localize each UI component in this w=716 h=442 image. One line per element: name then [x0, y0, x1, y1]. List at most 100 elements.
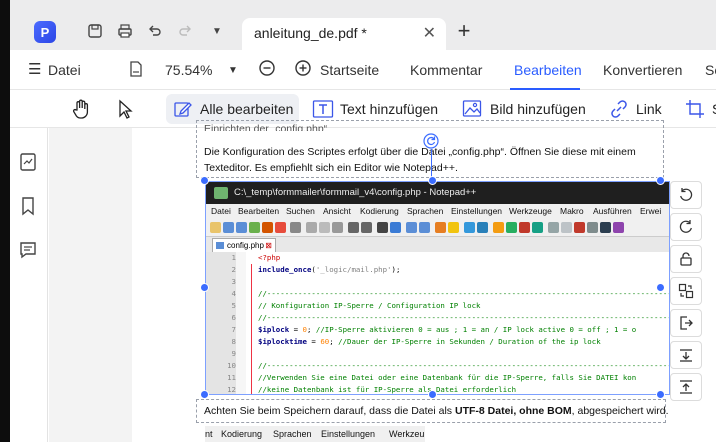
rotate-handle-icon[interactable] — [423, 133, 439, 149]
extract-image-icon[interactable] — [670, 309, 702, 337]
line-number: 10 — [227, 361, 236, 370]
menu-bar: ☰ Datei 75.54% ▼ Startseite Kommentar Be… — [10, 50, 716, 90]
code-text: include_once('_logic/mail.php'); — [258, 265, 401, 274]
code-line: 10 //------------------------------------… — [206, 360, 670, 372]
code-line: 8 $iplocktime = 60; //Dauer der IP-Sperre… — [206, 336, 669, 348]
hamburger-icon[interactable]: ☰ — [28, 60, 41, 78]
link-icon — [608, 98, 630, 120]
edit-pencil-icon — [172, 98, 194, 120]
menu-konvertieren[interactable]: Konvertieren — [603, 62, 682, 78]
np-menu-ausfuehren: Ausführen — [593, 206, 632, 216]
line-number: 7 — [231, 325, 236, 334]
notepad-file-tab-label: config.php — [227, 241, 264, 250]
paragraph-line-1: Die Konfiguration des Scriptes erfolgt ü… — [204, 146, 636, 158]
line-number: 5 — [231, 301, 236, 310]
code-line: 3 — [206, 276, 669, 288]
strip-item-5: Werkzeu — [389, 429, 425, 439]
menu-kommentar[interactable]: Kommentar — [410, 62, 482, 78]
print-icon[interactable] — [114, 20, 136, 42]
quick-access-dropdown-icon[interactable]: ▼ — [206, 20, 228, 42]
resize-handle-w[interactable] — [200, 283, 209, 292]
add-text-label: Text hinzufügen — [340, 101, 439, 117]
code-text: $iplock = 0; //IP-Sperre aktivieren 0 = … — [258, 325, 637, 334]
app-window: P ▼ anleitung_de.pdf * ✕ + ☰ Datei 75.54… — [10, 0, 716, 442]
code-line: 4 //-------------------------------------… — [206, 288, 670, 300]
crop-icon — [684, 98, 706, 120]
code-line: 6 //-------------------------------------… — [206, 312, 670, 324]
bookmark-icon[interactable] — [18, 196, 38, 216]
zoom-out-icon[interactable] — [258, 59, 276, 80]
document-tab[interactable]: anleitung_de.pdf * ✕ — [242, 18, 446, 50]
zoom-level[interactable]: 75.54% — [165, 62, 212, 78]
close-tab-icon[interactable]: ✕ — [423, 23, 436, 43]
line-number: 3 — [231, 277, 236, 286]
notepad-menu-bar: Datei Bearbeiten Suchen Ansicht Kodierun… — [206, 204, 669, 219]
np-menu-erweiterungen: Erwei — [640, 206, 662, 216]
embedded-screenshot[interactable]: C:\_temp\formmailer\formmail_v4\config.p… — [205, 181, 670, 395]
notepad-tab-row: config.php ⊠ — [206, 237, 669, 252]
line-number: 6 — [231, 313, 236, 322]
edit-all-label: Alle bearbeiten — [200, 101, 294, 117]
paragraph-utf8-prefix: Achten Sie beim Speichern darauf, dass d… — [204, 405, 455, 417]
crop-button[interactable]: S — [684, 94, 716, 124]
align-bottom-icon[interactable] — [670, 341, 702, 369]
document-tab-title: anleitung_de.pdf * — [254, 25, 367, 41]
notepad-title: C:\_temp\formmailer\formmail_v4\config.p… — [234, 187, 477, 198]
notepad-code-area: 1 <?php 2 include_once('_logic/mail.php'); 3… — [206, 252, 670, 394]
thumbnail-icon[interactable] — [18, 152, 38, 172]
zoom-in-icon[interactable] — [294, 59, 312, 80]
rotate-right-icon[interactable] — [670, 213, 702, 241]
left-sidebar — [10, 128, 48, 442]
np-menu-werkzeuge: Werkzeuge — [509, 206, 552, 216]
resize-handle-n[interactable] — [428, 176, 437, 185]
new-tab-button[interactable]: + — [452, 20, 476, 44]
select-cursor-icon[interactable] — [114, 94, 136, 124]
resize-handle-ne[interactable] — [656, 176, 665, 185]
resize-handle-se[interactable] — [656, 390, 665, 399]
resize-handle-sw[interactable] — [200, 390, 209, 399]
line-number: 4 — [231, 289, 236, 298]
undo-icon[interactable] — [144, 20, 166, 42]
resize-handle-s[interactable] — [428, 390, 437, 399]
menu-bearbeiten[interactable]: Bearbeiten — [514, 62, 582, 78]
np-menu-kodierung: Kodierung — [360, 206, 399, 216]
app-logo-icon[interactable]: P — [34, 21, 56, 43]
save-icon[interactable] — [84, 20, 106, 42]
code-text: //--------------------------------------… — [258, 289, 670, 298]
zoom-dropdown-icon[interactable]: ▼ — [228, 65, 238, 76]
paragraph-utf8-suffix: , abgespeichert wird. — [571, 405, 669, 417]
resize-handle-nw[interactable] — [200, 176, 209, 185]
code-line: 7 $iplock = 0; //IP-Sperre aktivieren 0 =… — [206, 324, 669, 336]
page-view-icon[interactable] — [128, 60, 144, 81]
np-menu-ansicht: Ansicht — [323, 206, 351, 216]
np-menu-datei: Datei — [211, 206, 231, 216]
resize-handle-e[interactable] — [656, 283, 665, 292]
notepad-app-icon — [214, 187, 228, 199]
code-text: //--------------------------------------… — [258, 361, 670, 370]
np-menu-makro: Makro — [560, 206, 584, 216]
menu-more[interactable]: Se — [705, 62, 716, 78]
np-menu-einstellungen: Einstellungen — [451, 206, 503, 216]
section-heading: Einrichten der „config.php“ — [204, 123, 328, 131]
crop-label: S — [712, 101, 716, 117]
code-line: 5 // Konfiguration IP-Sperre / Configurat… — [206, 300, 669, 312]
notepad-toolbar — [206, 219, 669, 237]
redo-icon[interactable] — [174, 20, 196, 42]
lock-icon[interactable] — [670, 245, 702, 273]
menu-startseite[interactable]: Startseite — [320, 62, 379, 78]
code-text: //--------------------------------------… — [258, 313, 670, 322]
file-menu[interactable]: Datei — [48, 62, 81, 78]
np-menu-sprachen: Sprachen — [407, 206, 444, 216]
document-canvas — [49, 128, 132, 442]
add-image-label: Bild hinzufügen — [490, 101, 586, 117]
replace-image-icon[interactable] — [670, 277, 702, 305]
code-text: $iplocktime = 60; //Dauer der IP-Sperre … — [258, 337, 601, 346]
hand-tool-icon[interactable] — [70, 94, 92, 124]
comment-icon[interactable] — [18, 240, 38, 260]
image-tools-panel — [670, 181, 706, 407]
strip-item-3: Sprachen — [273, 429, 312, 439]
paragraph-utf8-bold: UTF-8 Datei, ohne BOM — [454, 405, 572, 417]
rotate-left-icon[interactable] — [670, 181, 702, 209]
code-text: // Konfiguration IP-Sperre / Configurati… — [258, 301, 481, 310]
align-top-icon[interactable] — [670, 373, 702, 401]
